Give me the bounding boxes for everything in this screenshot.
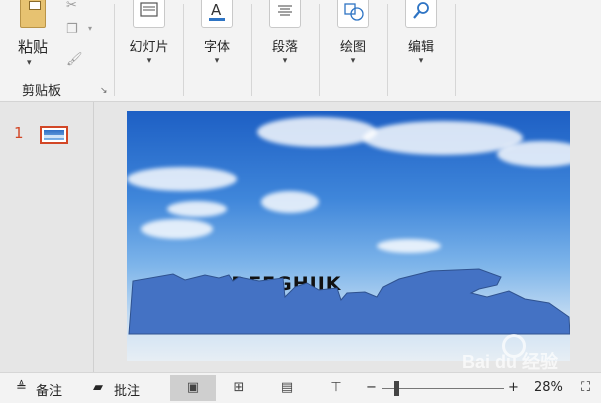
slideshow-button[interactable]: ⊤ bbox=[313, 375, 359, 401]
paste-icon[interactable] bbox=[20, 0, 46, 28]
normal-view-icon: ▣ bbox=[186, 380, 200, 395]
slide-sorter-button[interactable]: ⊞ bbox=[216, 375, 262, 401]
slides-button[interactable]: 幻灯片 ▾ bbox=[119, 0, 179, 100]
fit-to-window-icon[interactable]: ⛶ bbox=[581, 380, 590, 395]
search-icon bbox=[405, 0, 437, 28]
normal-view-button[interactable]: ▣ bbox=[170, 375, 216, 401]
copy-icon[interactable]: ❐ bbox=[66, 22, 78, 37]
cut-icon[interactable]: ✂ bbox=[66, 0, 77, 13]
slides-icon bbox=[133, 0, 165, 28]
chevron-down-icon: ▾ bbox=[214, 56, 220, 66]
slideshow-icon: ⊤ bbox=[330, 380, 342, 395]
paste-button[interactable]: 粘贴 bbox=[18, 36, 48, 57]
watermark-logo: Bai du 经验 bbox=[462, 332, 574, 372]
divider bbox=[455, 4, 456, 96]
slide-canvas[interactable]: BCDEFGHIJK bbox=[127, 111, 570, 361]
align-center-icon bbox=[269, 0, 301, 28]
font-color-icon: A bbox=[201, 0, 233, 28]
reading-view-icon: ▤ bbox=[280, 380, 294, 395]
chevron-down-icon: ▾ bbox=[146, 56, 152, 66]
clipboard-group: 粘贴 ▾ ✂ ❐ ▾ 🖌 剪贴板 ↘ bbox=[0, 0, 114, 102]
thumbnail-shape bbox=[44, 135, 64, 138]
chevron-down-icon: ▾ bbox=[418, 56, 424, 66]
drawing-button[interactable]: 绘图 ▾ bbox=[323, 0, 383, 100]
copy-dropdown-icon[interactable]: ▾ bbox=[88, 24, 92, 33]
notes-icon[interactable]: ≜ bbox=[16, 380, 27, 395]
reading-view-button[interactable]: ▤ bbox=[264, 375, 310, 401]
divider bbox=[114, 4, 115, 96]
zoom-out-button[interactable]: − bbox=[366, 380, 377, 395]
notes-button[interactable]: 备注 bbox=[36, 380, 62, 399]
font-button[interactable]: A 字体 ▾ bbox=[187, 0, 247, 100]
comments-icon[interactable]: ▰ bbox=[93, 380, 103, 395]
slide-thumbnail-pane: 1 bbox=[0, 102, 94, 372]
ribbon: 粘贴 ▾ ✂ ❐ ▾ 🖌 剪贴板 ↘ 幻灯片 ▾ A 字体 ▾ 段落 ▾ 绘图 … bbox=[0, 0, 601, 102]
slide-thumbnail[interactable] bbox=[40, 126, 68, 144]
clipboard-label: 剪贴板 bbox=[22, 84, 62, 99]
dialog-launcher-icon[interactable]: ↘ bbox=[100, 86, 108, 96]
zoom-slider[interactable] bbox=[382, 388, 504, 389]
paragraph-label: 段落 bbox=[271, 40, 298, 55]
divider bbox=[251, 4, 252, 96]
zoom-in-button[interactable]: + bbox=[508, 380, 519, 395]
wave-shape[interactable] bbox=[127, 111, 570, 361]
slides-label: 幻灯片 bbox=[129, 40, 169, 55]
editing-button[interactable]: 编辑 ▾ bbox=[391, 0, 451, 100]
watermark-text: Bai du 经验 bbox=[462, 352, 559, 372]
editing-label: 编辑 bbox=[407, 40, 434, 55]
chevron-down-icon: ▾ bbox=[282, 56, 288, 66]
svg-text:A: A bbox=[211, 1, 222, 19]
divider bbox=[387, 4, 388, 96]
drawing-label: 绘图 bbox=[339, 40, 366, 55]
format-painter-icon[interactable]: 🖌 bbox=[66, 52, 83, 67]
font-label: 字体 bbox=[203, 40, 230, 55]
zoom-level[interactable]: 28% bbox=[534, 380, 563, 395]
comments-button[interactable]: 批注 bbox=[114, 380, 140, 399]
zoom-slider-handle[interactable] bbox=[394, 381, 399, 396]
slide-number: 1 bbox=[14, 124, 24, 142]
paste-dropdown-icon[interactable]: ▾ bbox=[27, 58, 32, 68]
shapes-icon bbox=[337, 0, 369, 28]
divider bbox=[319, 4, 320, 96]
slide-sorter-icon: ⊞ bbox=[233, 380, 245, 395]
status-bar: ≜ 备注 ▰ 批注 ▣ ⊞ ▤ ⊤ − + 28% ⛶ bbox=[0, 372, 601, 403]
divider bbox=[183, 4, 184, 96]
paragraph-button[interactable]: 段落 ▾ bbox=[255, 0, 315, 100]
chevron-down-icon: ▾ bbox=[350, 56, 356, 66]
